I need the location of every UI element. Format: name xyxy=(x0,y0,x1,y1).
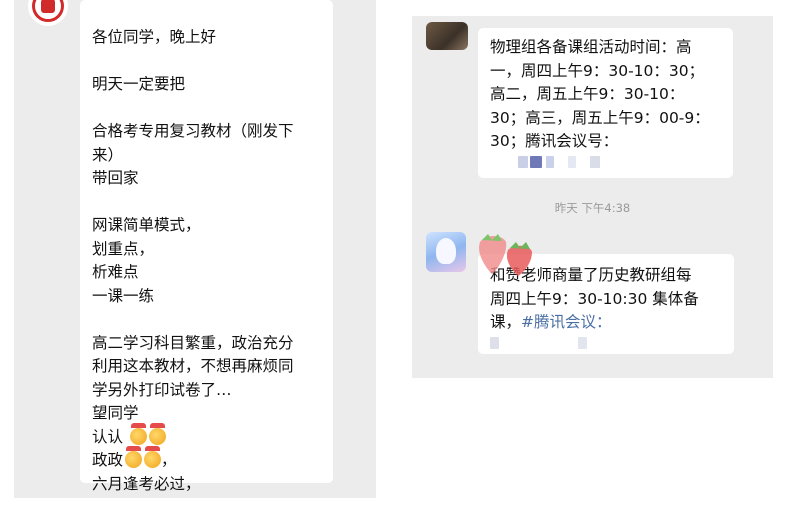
message-bubble-physics[interactable]: 物理组各备课组活动时间：高 一，周四上午9：30-10：30； 高二，周五上午9：3… xyxy=(478,28,733,178)
message-line: 带回家 xyxy=(92,169,139,187)
emoji-icon xyxy=(129,422,147,445)
message-line: 一课一练 xyxy=(92,286,155,305)
message-text-comma: ， xyxy=(161,451,177,469)
message-bubble-teacher[interactable]: 各位同学，晚上好 明天一定要把合格考专用复习教材（刚发下 来） 带回家网课简单模式， 划… xyxy=(80,0,333,493)
message-line: 高二，周五上午9：30-10： xyxy=(490,85,685,103)
message-line: 网课简单模式， xyxy=(92,216,201,234)
right-chat-panel: 物理组各备课组活动时间：高 一，周四上午9：30-10：30； 高二，周五上午9：3… xyxy=(412,16,773,378)
message-line: 利用这本教材，不想再麻烦同 xyxy=(92,357,294,375)
strawberry-sticker-icon xyxy=(479,234,532,276)
message-line: 一，周四上午9：30-10：30； xyxy=(490,61,705,80)
message-line: 划重点， xyxy=(92,239,155,258)
meeting-id-redacted xyxy=(490,155,723,168)
sender-avatar-photo[interactable] xyxy=(426,22,468,50)
message-line: 课，#腾讯会议： xyxy=(490,311,724,335)
message-text-renren: 认认 xyxy=(92,427,124,446)
left-chat-panel: 各位同学，晚上好 明天一定要把合格考专用复习教材（刚发下 来） 带回家网课简单模式， 划… xyxy=(14,0,376,498)
message-line: 物理组各备课组活动时间：高 xyxy=(490,38,692,56)
message-text-zhengzheng: 政政 xyxy=(92,451,124,469)
emoji-icon xyxy=(144,446,162,468)
emoji-icon xyxy=(125,446,143,468)
message-line: 合格考专用复习教材（刚发下 xyxy=(92,122,294,140)
message-line: 高二学习科目繁重，政治充分 xyxy=(92,333,294,352)
message-line: 政政 ， xyxy=(92,446,323,473)
timestamp: 昨天 下午4:38 xyxy=(554,201,631,215)
message-line: 望同学 xyxy=(92,404,139,422)
seal-icon xyxy=(41,0,55,13)
sender-avatar-anime[interactable] xyxy=(426,232,466,272)
meeting-id-redacted xyxy=(490,336,724,349)
sender-avatar-seal[interactable] xyxy=(28,0,68,26)
message-line: 30；腾讯会议号： xyxy=(490,132,619,150)
message-line: 析难点 xyxy=(92,263,139,281)
message-line: 周四上午9：30-10:30 集体备 xyxy=(490,289,699,308)
message-text: 课， xyxy=(490,313,522,331)
message-text: 物理组各备课组活动时间：高 一，周四上午9：30-10：30； 高二，周五上午9：3… xyxy=(490,36,723,154)
message-text: 各位同学，晚上好 明天一定要把合格考专用复习教材（刚发下 来） 带回家网课简单模式， 划… xyxy=(92,26,323,426)
message-line: 来） xyxy=(92,145,124,164)
message-line: 六月逢考必过， xyxy=(92,474,201,493)
message-line: 30；高三，周五上午9：00-9： xyxy=(490,108,710,127)
meeting-link[interactable]: #腾讯会议： xyxy=(521,313,612,331)
message-line: 学另外打印试卷了… xyxy=(92,380,232,399)
message-line: 明天一定要把 xyxy=(92,75,186,93)
message-line: 各位同学，晚上好 xyxy=(92,28,217,46)
emoji-icon xyxy=(148,422,166,445)
